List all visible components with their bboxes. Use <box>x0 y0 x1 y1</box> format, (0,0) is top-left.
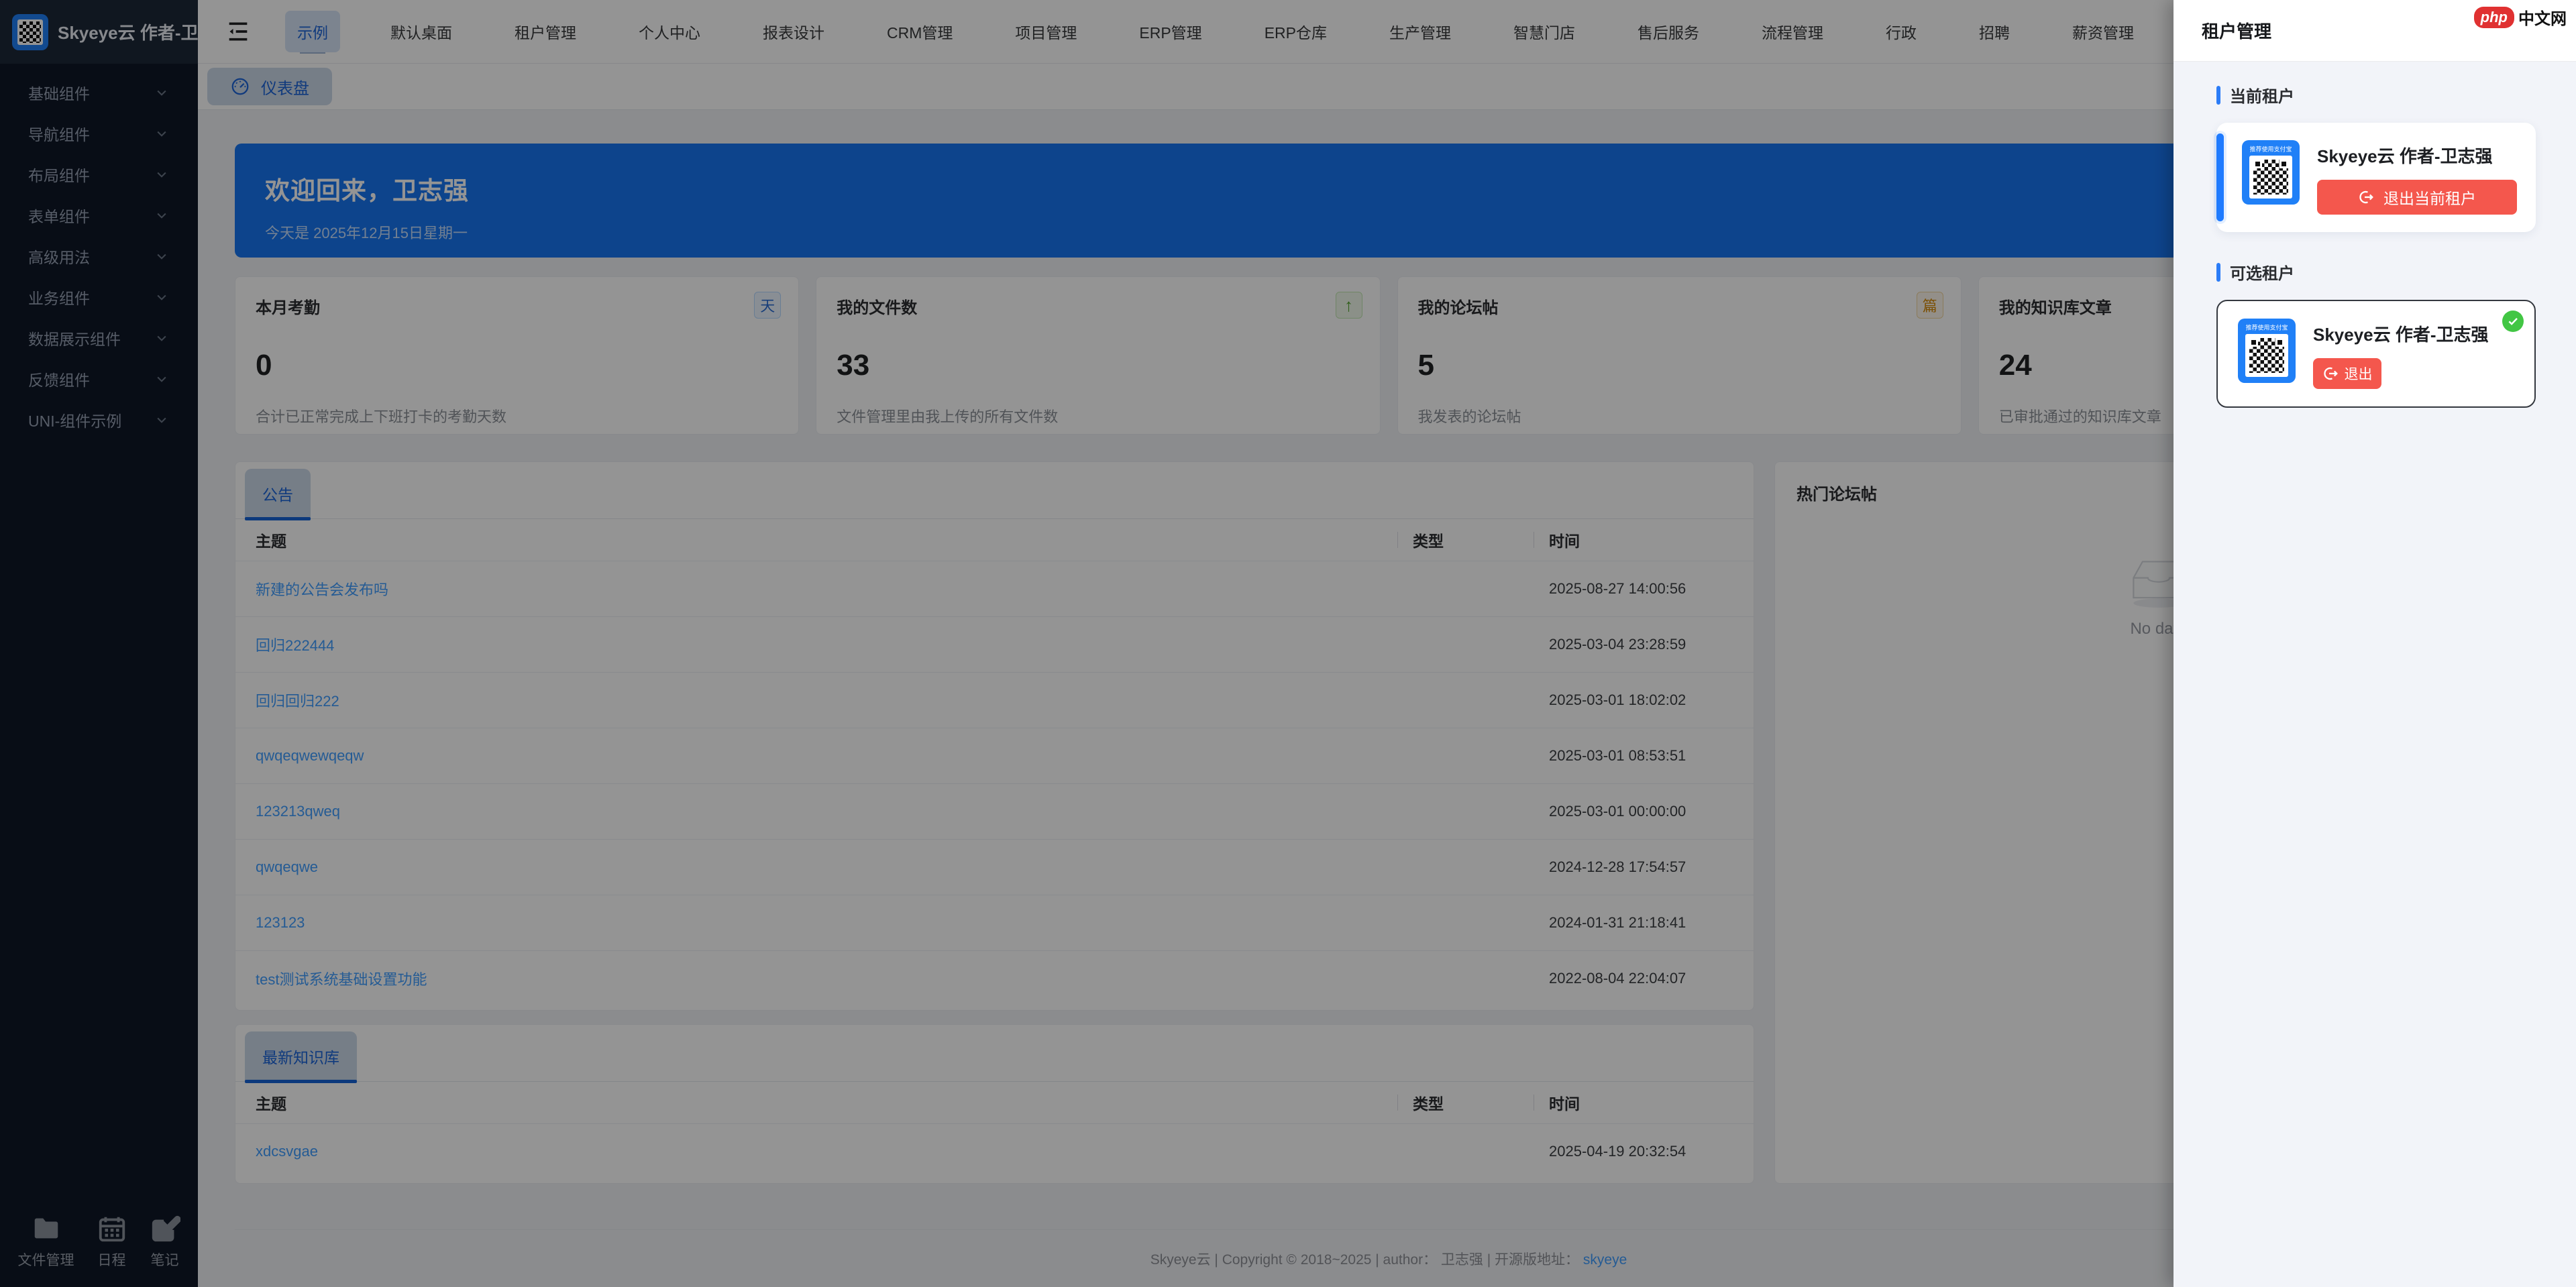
section-title: 可选租户 <box>2230 260 2294 284</box>
tenant-info: Skyeye云 作者-卫志强 退出当前租户 <box>2317 140 2517 215</box>
qr-code <box>2245 334 2288 377</box>
current-tenant-card: 推荐使用支付宝 Skyeye云 作者-卫志强 退出当前租户 <box>2216 123 2536 232</box>
current-tenant-section-label: 当前租户 <box>2216 83 2536 107</box>
tenant-name: Skyeye云 作者-卫志强 <box>2317 143 2517 168</box>
logout-icon <box>2322 366 2339 382</box>
logout-current-tenant-button[interactable]: 退出当前租户 <box>2317 180 2517 215</box>
qr-caption: 推荐使用支付宝 <box>2250 144 2292 154</box>
logout-tenant-button[interactable]: 退出 <box>2313 358 2381 389</box>
php-cn-watermark: php 中文网 <box>2474 5 2567 29</box>
tenant-drawer: 租户管理 当前租户 推荐使用支付宝 Skyeye云 作者-卫志强 退出当前租户 … <box>2174 0 2576 1287</box>
drawer-body: 当前租户 推荐使用支付宝 Skyeye云 作者-卫志强 退出当前租户 可选租户 <box>2174 62 2576 1287</box>
tenant-qr-avatar: 推荐使用支付宝 <box>2238 319 2296 383</box>
modal-overlay[interactable] <box>0 0 2174 1287</box>
section-title: 当前租户 <box>2230 83 2294 107</box>
tenant-qr-avatar: 推荐使用支付宝 <box>2242 140 2300 205</box>
logout-icon <box>2358 189 2374 205</box>
drawer-title: 租户管理 <box>2202 18 2271 43</box>
optional-tenant-card[interactable]: 推荐使用支付宝 Skyeye云 作者-卫志强 退出 <box>2216 300 2536 408</box>
tenant-info: Skyeye云 作者-卫志强 退出 <box>2313 319 2516 389</box>
optional-tenant-section-label: 可选租户 <box>2216 260 2536 284</box>
qr-caption: 推荐使用支付宝 <box>2246 323 2288 332</box>
section-accent-bar <box>2216 86 2220 105</box>
tenant-name: Skyeye云 作者-卫志强 <box>2313 321 2516 346</box>
button-label: 退出当前租户 <box>2383 186 2476 209</box>
section-accent-bar <box>2216 263 2220 282</box>
qr-code <box>2249 156 2292 199</box>
selected-check-icon <box>2502 311 2524 332</box>
watermark-text: 中文网 <box>2518 5 2567 29</box>
php-logo: php <box>2474 7 2514 28</box>
button-label: 退出 <box>2345 363 2373 384</box>
